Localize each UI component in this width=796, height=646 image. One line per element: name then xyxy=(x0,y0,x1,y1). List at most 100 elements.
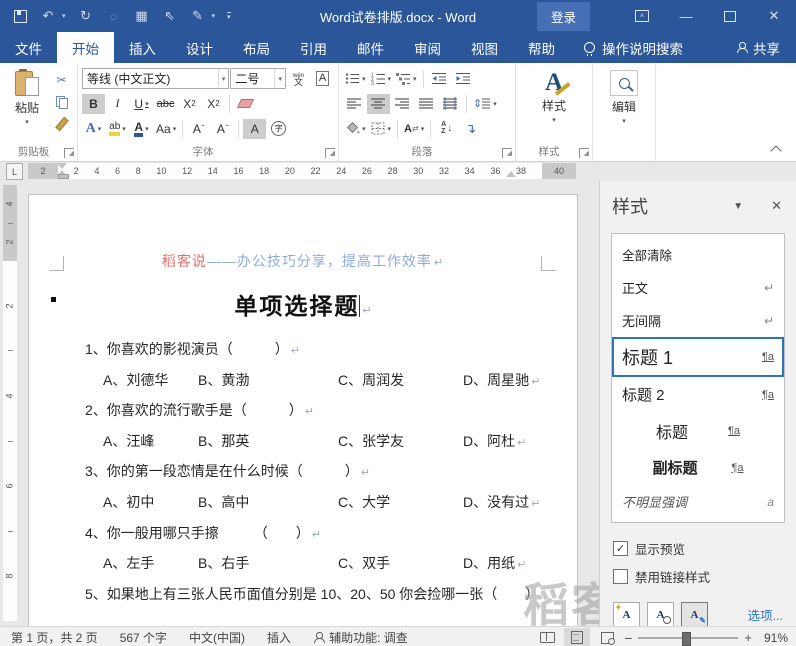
new-style-button[interactable]: A ✦ xyxy=(613,602,640,626)
style-item-title[interactable]: 标题 ¶a xyxy=(612,412,784,450)
accessibility-status[interactable]: 辅助功能: 调查 xyxy=(302,629,419,646)
strikethrough-button[interactable]: abc xyxy=(154,94,177,114)
align-center-icon[interactable] xyxy=(367,93,390,114)
align-left-icon[interactable] xyxy=(343,94,366,114)
tab-help[interactable]: 帮助 xyxy=(513,32,570,63)
ink-editor-icon[interactable]: ✎ xyxy=(190,8,206,24)
undo-icon[interactable]: ↶ xyxy=(40,8,56,24)
change-case-button[interactable]: Aa xyxy=(154,119,178,139)
multilevel-list-icon[interactable] xyxy=(394,69,419,89)
page-indicator[interactable]: 第 1 页，共 2 页 xyxy=(0,629,109,646)
superscript-button[interactable]: X2 xyxy=(202,94,225,114)
character-border-icon[interactable]: A xyxy=(311,69,334,89)
ribbon-display-options-icon[interactable]: ˄ xyxy=(620,0,664,32)
close-icon[interactable]: ✕ xyxy=(752,0,796,32)
tab-view[interactable]: 视图 xyxy=(456,32,513,63)
character-scaling-icon[interactable]: A ⇄ xyxy=(402,119,426,139)
print-layout-icon[interactable] xyxy=(564,628,591,646)
left-indent-marker[interactable] xyxy=(58,174,69,179)
line-spacing-icon[interactable]: ⇕ xyxy=(471,94,499,114)
zoom-out-icon[interactable]: − xyxy=(624,630,632,646)
enclose-characters-button[interactable]: 字 xyxy=(267,119,290,139)
zoom-in-icon[interactable]: + xyxy=(744,630,752,645)
font-dialog-launcher[interactable]: ◢ xyxy=(325,148,335,158)
web-layout-icon[interactable] xyxy=(594,628,620,646)
style-item-no-spacing[interactable]: 无间隔 ↵ xyxy=(612,304,784,337)
align-right-icon[interactable] xyxy=(391,94,414,114)
bold-button[interactable]: B xyxy=(82,93,105,114)
highlight-button[interactable]: ab xyxy=(106,119,129,139)
clipboard-dialog-launcher[interactable]: ◢ xyxy=(64,148,74,158)
grow-font-button[interactable]: Aˆ xyxy=(187,119,210,139)
tab-layout[interactable]: 布局 xyxy=(228,32,285,63)
shading-icon[interactable] xyxy=(343,119,368,139)
style-item-normal[interactable]: 正文 ↵ xyxy=(612,271,784,304)
subscript-button[interactable]: X2 xyxy=(178,94,201,114)
style-item-heading2[interactable]: 标题 2 ¶a xyxy=(612,377,784,412)
copy-icon[interactable] xyxy=(50,92,73,112)
tab-mailings[interactable]: 邮件 xyxy=(342,32,399,63)
collapse-ribbon-icon[interactable] xyxy=(770,145,782,157)
character-shading-button[interactable]: A xyxy=(243,118,267,139)
format-painter-icon[interactable] xyxy=(50,114,73,134)
font-color-button[interactable]: A xyxy=(130,119,153,139)
select-objects-icon[interactable]: ⇖ xyxy=(162,8,178,24)
first-line-indent-marker[interactable] xyxy=(57,163,67,169)
justify-icon[interactable] xyxy=(415,94,438,114)
zoom-slider[interactable] xyxy=(638,631,739,646)
cut-icon[interactable]: ✂ xyxy=(50,70,73,90)
ink-dropdown-icon[interactable]: ▾ xyxy=(212,12,216,20)
font-name-dropdown-icon[interactable]: ▾ xyxy=(217,69,229,88)
font-size-combo[interactable]: 二号 ▾ xyxy=(230,68,286,89)
customize-qat-icon[interactable]: ▾ xyxy=(227,11,231,21)
tab-file[interactable]: 文件 xyxy=(0,32,57,63)
tab-home[interactable]: 开始 xyxy=(57,32,114,63)
style-item-heading1[interactable]: 标题 1 ¶a xyxy=(612,337,784,377)
zoom-percentage[interactable]: 91% xyxy=(756,631,788,645)
style-item-subtle-emphasis[interactable]: 不明显强调 a xyxy=(612,485,784,518)
sort-icon[interactable]: AZ ↓ xyxy=(435,119,458,139)
bullets-icon[interactable] xyxy=(343,69,368,89)
language-indicator[interactable]: 中文(中国) xyxy=(178,629,256,646)
style-item-clear-all[interactable]: 全部清除 xyxy=(612,238,784,271)
tab-review[interactable]: 审阅 xyxy=(399,32,456,63)
styles-options-link[interactable]: 选项... xyxy=(748,605,783,624)
right-indent-marker[interactable] xyxy=(506,171,516,177)
manage-styles-button[interactable]: A ✎ xyxy=(681,602,708,626)
maximize-icon[interactable] xyxy=(708,0,752,32)
undo-dropdown-icon[interactable]: ▾ xyxy=(62,12,66,20)
numbering-icon[interactable]: 123 xyxy=(369,69,394,89)
borders-icon[interactable] xyxy=(369,119,394,139)
style-inspector-button[interactable]: A xyxy=(647,602,674,626)
word-count[interactable]: 567 个字 xyxy=(109,629,178,646)
styles-pane-dropdown-icon[interactable]: ▼ xyxy=(733,201,743,212)
insert-mode[interactable]: 插入 xyxy=(256,629,302,646)
tab-selector[interactable]: L xyxy=(6,163,23,180)
tab-references[interactable]: 引用 xyxy=(285,32,342,63)
decrease-indent-icon[interactable] xyxy=(428,69,451,89)
phonetic-guide-icon[interactable]: wén 文 xyxy=(287,69,310,89)
document-page[interactable]: 稻客说——办公技巧分享，提高工作效率 单项选择题 1、你喜欢的影视演员（ ） A… xyxy=(28,194,578,626)
tab-design[interactable]: 设计 xyxy=(171,32,228,63)
clear-formatting-icon[interactable] xyxy=(234,94,257,114)
tell-me-search[interactable]: 操作说明搜索 xyxy=(584,32,683,63)
zoom-slider-thumb[interactable] xyxy=(682,631,692,646)
underline-button[interactable]: U xyxy=(130,94,153,114)
login-button[interactable]: 登录 xyxy=(536,1,590,31)
styles-button[interactable]: 样式A 样式 ▾ xyxy=(520,66,588,124)
save-icon[interactable] xyxy=(12,8,28,24)
redo-icon[interactable]: ↻ xyxy=(78,8,94,24)
text-effects-button[interactable]: A xyxy=(82,119,105,139)
read-mode-icon[interactable] xyxy=(534,628,560,646)
tab-insert[interactable]: 插入 xyxy=(114,32,171,63)
distribute-icon[interactable] xyxy=(439,94,462,114)
editing-button[interactable]: 编辑 ▾ xyxy=(597,66,651,125)
font-size-dropdown-icon[interactable]: ▾ xyxy=(274,69,285,88)
italic-button[interactable]: I xyxy=(106,94,129,114)
styles-pane-close-icon[interactable]: ✕ xyxy=(771,198,782,214)
minimize-icon[interactable]: — xyxy=(664,0,708,32)
show-preview-checkbox[interactable]: ✓ 显示预览 xyxy=(613,539,783,558)
paste-button[interactable]: 粘贴 ▾ xyxy=(4,66,50,145)
disable-linked-styles-checkbox[interactable]: 禁用链接样式 xyxy=(613,567,783,586)
shrink-font-button[interactable]: Aˇ xyxy=(211,119,234,139)
